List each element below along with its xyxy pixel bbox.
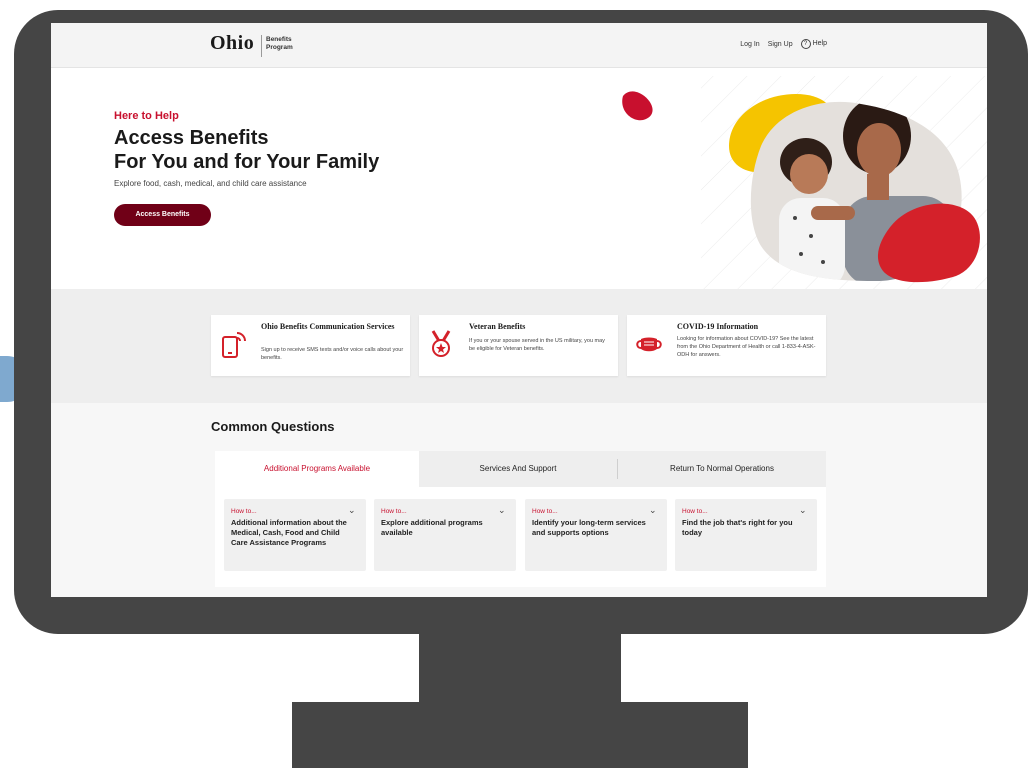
- signup-link[interactable]: Sign Up: [768, 41, 793, 48]
- top-navigation: Ohio Benefits Program Log In Sign Up ? He…: [51, 23, 987, 68]
- card-description: Sign up to receive SMS texts and/or voic…: [261, 347, 404, 361]
- question-text: Explore additional programs available: [381, 518, 483, 537]
- monitor-base: [292, 702, 748, 768]
- medal-icon: [431, 330, 451, 357]
- logo-subtitle-line1: Benefits: [266, 36, 292, 43]
- info-card-covid[interactable]: COVID-19 Information Looking for informa…: [627, 315, 826, 376]
- help-link-label: Help: [812, 40, 827, 47]
- tab-services-support[interactable]: Services And Support: [419, 451, 617, 487]
- chevron-down-icon[interactable]: ⌄: [498, 505, 508, 515]
- tab-panel: How to... Additional information about t…: [215, 487, 826, 587]
- red-leaf-shape: [622, 91, 653, 121]
- nav-links: Log In Sign Up ? Help: [740, 39, 827, 49]
- chevron-down-icon[interactable]: ⌄: [649, 505, 659, 515]
- question-text: Identify your long-term services and sup…: [532, 518, 646, 537]
- card-title: COVID-19 Information: [677, 322, 759, 331]
- phone-message-icon: [222, 332, 246, 358]
- question-text: Additional information about the Medical…: [231, 518, 347, 547]
- logo-divider: [261, 35, 262, 57]
- help-link[interactable]: ? Help: [800, 39, 827, 49]
- chevron-down-icon[interactable]: ⌄: [799, 505, 809, 515]
- question-tabs: Additional Programs Available Services A…: [215, 451, 826, 487]
- logo-subtitle: Benefits Program: [266, 36, 293, 52]
- question-card[interactable]: How to... Identify your long-term servic…: [525, 499, 667, 571]
- hero-title-line2: For You and for Your Family: [114, 151, 380, 173]
- question-card[interactable]: How to... Additional information about t…: [224, 499, 366, 571]
- common-questions-title: Common Questions: [211, 419, 335, 434]
- question-prefix: How to...: [231, 508, 257, 515]
- ohio-logo[interactable]: Ohio: [210, 32, 254, 55]
- info-card-veteran[interactable]: Veteran Benefits If you or your spouse s…: [419, 315, 618, 376]
- login-link[interactable]: Log In: [740, 41, 759, 48]
- tab-return-normal-operations[interactable]: Return To Normal Operations: [618, 451, 826, 487]
- card-description: Looking for information about COVID-19? …: [677, 336, 816, 358]
- question-prefix: How to...: [682, 508, 708, 515]
- tab-additional-programs[interactable]: Additional Programs Available: [215, 451, 419, 487]
- question-prefix: How to...: [381, 508, 407, 515]
- logo-brand-text: Ohio: [210, 32, 255, 54]
- info-cards-section: Ohio Benefits Communication Services Sig…: [51, 289, 987, 403]
- hero-title: Access Benefits For You and for Your Fam…: [114, 126, 379, 174]
- info-card-communication[interactable]: Ohio Benefits Communication Services Sig…: [211, 315, 410, 376]
- chevron-down-icon[interactable]: ⌄: [348, 505, 358, 515]
- card-title: Veteran Benefits: [469, 322, 526, 331]
- hero-illustration: [622, 76, 987, 289]
- hero-title-line1: Access Benefits: [114, 127, 269, 149]
- question-card[interactable]: How to... Explore additional programs av…: [374, 499, 516, 571]
- hero-section: Here to Help Access Benefits For You and…: [51, 68, 987, 289]
- common-questions-section: Common Questions Additional Programs Ava…: [51, 403, 987, 597]
- question-circle-icon: ?: [800, 39, 811, 49]
- question-prefix: How to...: [532, 508, 558, 515]
- card-description: If you or your spouse served in the US m…: [469, 338, 605, 352]
- question-text: Find the job that's right for you today: [682, 518, 793, 537]
- card-title: Ohio Benefits Communication Services: [261, 322, 395, 331]
- hero-tagline: Here to Help: [114, 110, 179, 122]
- face-mask-icon: [636, 337, 662, 352]
- question-card[interactable]: How to... Find the job that's right for …: [675, 499, 817, 571]
- monitor-neck: [419, 632, 621, 704]
- logo-subtitle-line2: Program: [266, 44, 293, 51]
- hero-description: Explore food, cash, medical, and child c…: [114, 179, 307, 188]
- access-benefits-button[interactable]: Access Benefits: [114, 204, 211, 226]
- monitor-screen: Ohio Benefits Program Log In Sign Up ? He…: [51, 23, 987, 597]
